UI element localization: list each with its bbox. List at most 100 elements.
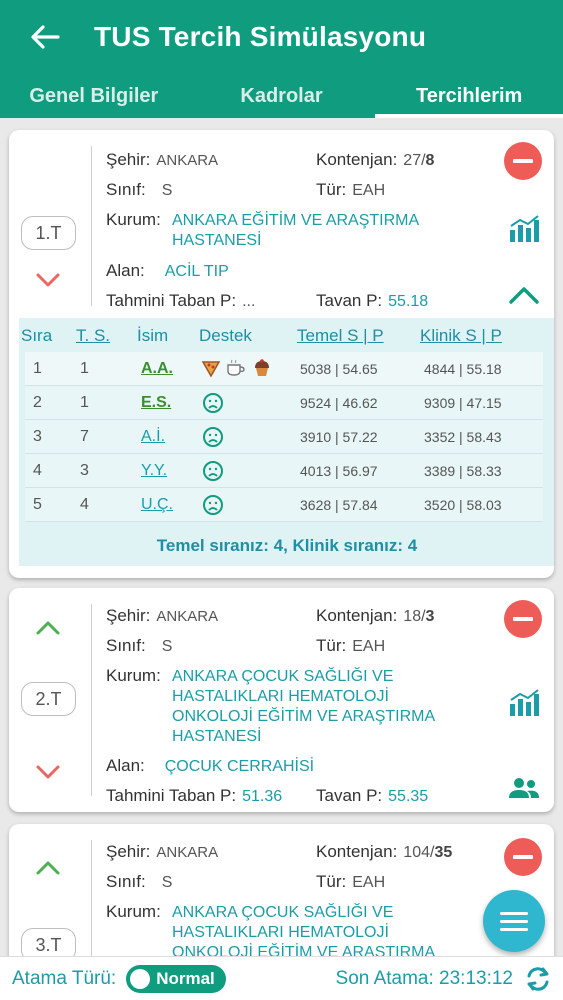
rank-badge: 2.T <box>21 682 76 716</box>
cell-sira: 4 <box>33 462 42 479</box>
table-row: 5 4 U.Ç. 3628 | 57.84 3520 | 58.03 <box>25 488 543 522</box>
type-label: Tür: <box>316 180 347 199</box>
institution-label: Kurum: <box>106 666 161 685</box>
card-divider <box>91 840 92 956</box>
cell-isim[interactable]: U.Ç. <box>141 496 173 514</box>
cell-sira: 5 <box>33 496 42 513</box>
institution-value[interactable]: ANKARA ÇOCUK SAĞLIĞI VE HASTALIKLARI HEM… <box>172 667 435 747</box>
cell-temel: 3910 | 57.22 <box>300 429 378 445</box>
city-row: Şehir: ANKARA <box>106 842 218 862</box>
top-score-row: Tavan P: 55.35 <box>316 786 428 806</box>
applicants-button[interactable] <box>507 774 541 804</box>
tab-genel-bilgiler[interactable]: Genel Bilgiler <box>0 74 188 118</box>
cell-sira: 3 <box>33 428 42 445</box>
type-row: Tür: EAH <box>316 180 385 200</box>
remove-button[interactable] <box>504 142 542 180</box>
preference-card: 1.T Şehir: ANKARA Kontenjan: 27/8 Sınıf: S … <box>9 130 554 578</box>
quota-value: 104/35 <box>403 844 452 861</box>
class-value: S <box>161 182 173 199</box>
cell-isim[interactable]: E.S. <box>141 394 171 412</box>
menu-icon-bar <box>500 927 528 931</box>
cell-isim[interactable]: A.İ. <box>141 428 165 446</box>
minus-icon <box>513 855 533 859</box>
institution-label: Kurum: <box>106 902 161 921</box>
remove-button[interactable] <box>504 838 542 876</box>
table-row: 2 1 E.S. 9524 | 46.62 9309 | 47.15 <box>25 386 543 420</box>
back-button[interactable] <box>20 12 70 62</box>
assignment-type-toggle[interactable]: Normal <box>126 964 227 993</box>
pizza-icon <box>201 361 221 378</box>
type-label: Tür: <box>316 636 347 655</box>
field-label: Alan: <box>106 261 145 280</box>
rank-badge: 1.T <box>21 216 76 250</box>
cell-ts: 4 <box>80 496 89 513</box>
move-down-button[interactable] <box>33 268 63 292</box>
page-title: TUS Tercih Simülasyonu <box>94 21 427 52</box>
table-row: 3 7 A.İ. 3910 | 57.22 3352 | 58.43 <box>25 420 543 454</box>
stats-button[interactable] <box>508 688 542 718</box>
menu-fab-button[interactable] <box>483 890 545 952</box>
col-ts[interactable]: T. S. <box>76 326 110 346</box>
tab-tercihlerim[interactable]: Tercihlerim <box>375 74 563 118</box>
app-bar: TUS Tercih Simülasyonu <box>0 0 563 74</box>
institution-line: HASTALIKLARI HEMATOLOJİ <box>172 924 389 941</box>
institution-value[interactable]: ANKARA ÇOCUK SAĞLIĞI VE HASTALIKLARI HEM… <box>172 903 435 956</box>
move-up-button[interactable] <box>33 856 63 880</box>
quota-label: Kontenjan: <box>316 150 398 169</box>
toggle-knob <box>130 968 151 989</box>
move-down-button[interactable] <box>33 760 63 784</box>
class-label: Sınıf: <box>106 636 146 655</box>
cell-klinik: 9309 | 47.15 <box>424 395 502 411</box>
coffee-icon <box>227 359 246 376</box>
cell-klinik: 3352 | 58.43 <box>424 429 502 445</box>
remove-button[interactable] <box>504 600 542 638</box>
arrow-left-icon <box>31 25 60 49</box>
collapse-button[interactable] <box>507 280 541 310</box>
quota-row: Kontenjan: 27/8 <box>316 150 434 170</box>
col-destek: Destek <box>199 326 252 345</box>
institution-line: ANKARA ÇOCUK SAĞLIĞI VE <box>172 668 394 685</box>
top-score-value: 55.18 <box>388 293 429 310</box>
city-value: ANKARA <box>156 152 219 169</box>
stats-button[interactable] <box>508 214 542 244</box>
field-row: Alan: ACİL TIP <box>106 261 229 281</box>
cell-sira: 1 <box>33 360 42 377</box>
quota-total: 27/ <box>403 152 426 169</box>
type-label: Tür: <box>316 872 347 891</box>
quota-label: Kontenjan: <box>316 606 398 625</box>
refresh-button[interactable] <box>521 962 555 996</box>
cell-isim[interactable]: A.A. <box>141 360 173 378</box>
city-label: Şehir: <box>106 150 151 169</box>
col-temel[interactable]: Temel S | P <box>297 326 384 346</box>
table-row: 4 3 Y.Y. 4013 | 56.97 3389 | 58.33 <box>25 454 543 488</box>
institution-line: HASTANESİ <box>172 728 262 745</box>
institution-value[interactable]: ANKARA EĞİTİM VE ARAŞTIRMA HASTANESİ <box>172 211 419 251</box>
menu-icon-bar <box>500 919 528 923</box>
preference-list: 1.T Şehir: ANKARA Kontenjan: 27/8 Sınıf: S … <box>0 118 563 956</box>
card-divider <box>91 604 92 796</box>
quota-row: Kontenjan: 18/3 <box>316 606 434 626</box>
quota-value: 27/8 <box>403 152 434 169</box>
top-score-label: Tavan P: <box>316 291 383 310</box>
table-footer: Temel sıranız: 4, Klinik sıranız: 4 <box>156 536 418 555</box>
rank-badge: 3.T <box>21 928 76 956</box>
type-row: Tür: EAH <box>316 872 385 892</box>
institution-line: ONKOLOJİ EĞİTİM VE ARAŞTIRMA <box>172 708 436 725</box>
institution-line: ONKOLOJİ EĞİTİM VE ARAŞTIRMA <box>172 944 436 956</box>
cell-temel: 4013 | 56.97 <box>300 463 378 479</box>
sad-face-icon <box>203 461 223 481</box>
cupcake-icon <box>254 359 269 376</box>
sad-face-icon <box>203 427 223 447</box>
minus-icon <box>513 617 533 621</box>
table-row: 1 1 A.A. 5038 | 54.65 4844 | 55.18 <box>25 352 543 386</box>
base-score-row: Tahmini Taban P:... <box>106 291 255 311</box>
col-klinik[interactable]: Klinik S | P <box>420 326 502 346</box>
top-score-value: 55.35 <box>388 788 429 805</box>
move-up-button[interactable] <box>33 616 63 640</box>
base-score-row: Tahmini Taban P: 51.36 <box>106 786 282 806</box>
tab-kadrolar[interactable]: Kadrolar <box>188 74 376 118</box>
sad-face-icon <box>203 495 223 515</box>
quota-total: 18/ <box>403 608 426 625</box>
table-header: Sıra T. S. İsim Destek Temel S | P Klini… <box>19 318 554 352</box>
cell-isim[interactable]: Y.Y. <box>141 462 167 480</box>
